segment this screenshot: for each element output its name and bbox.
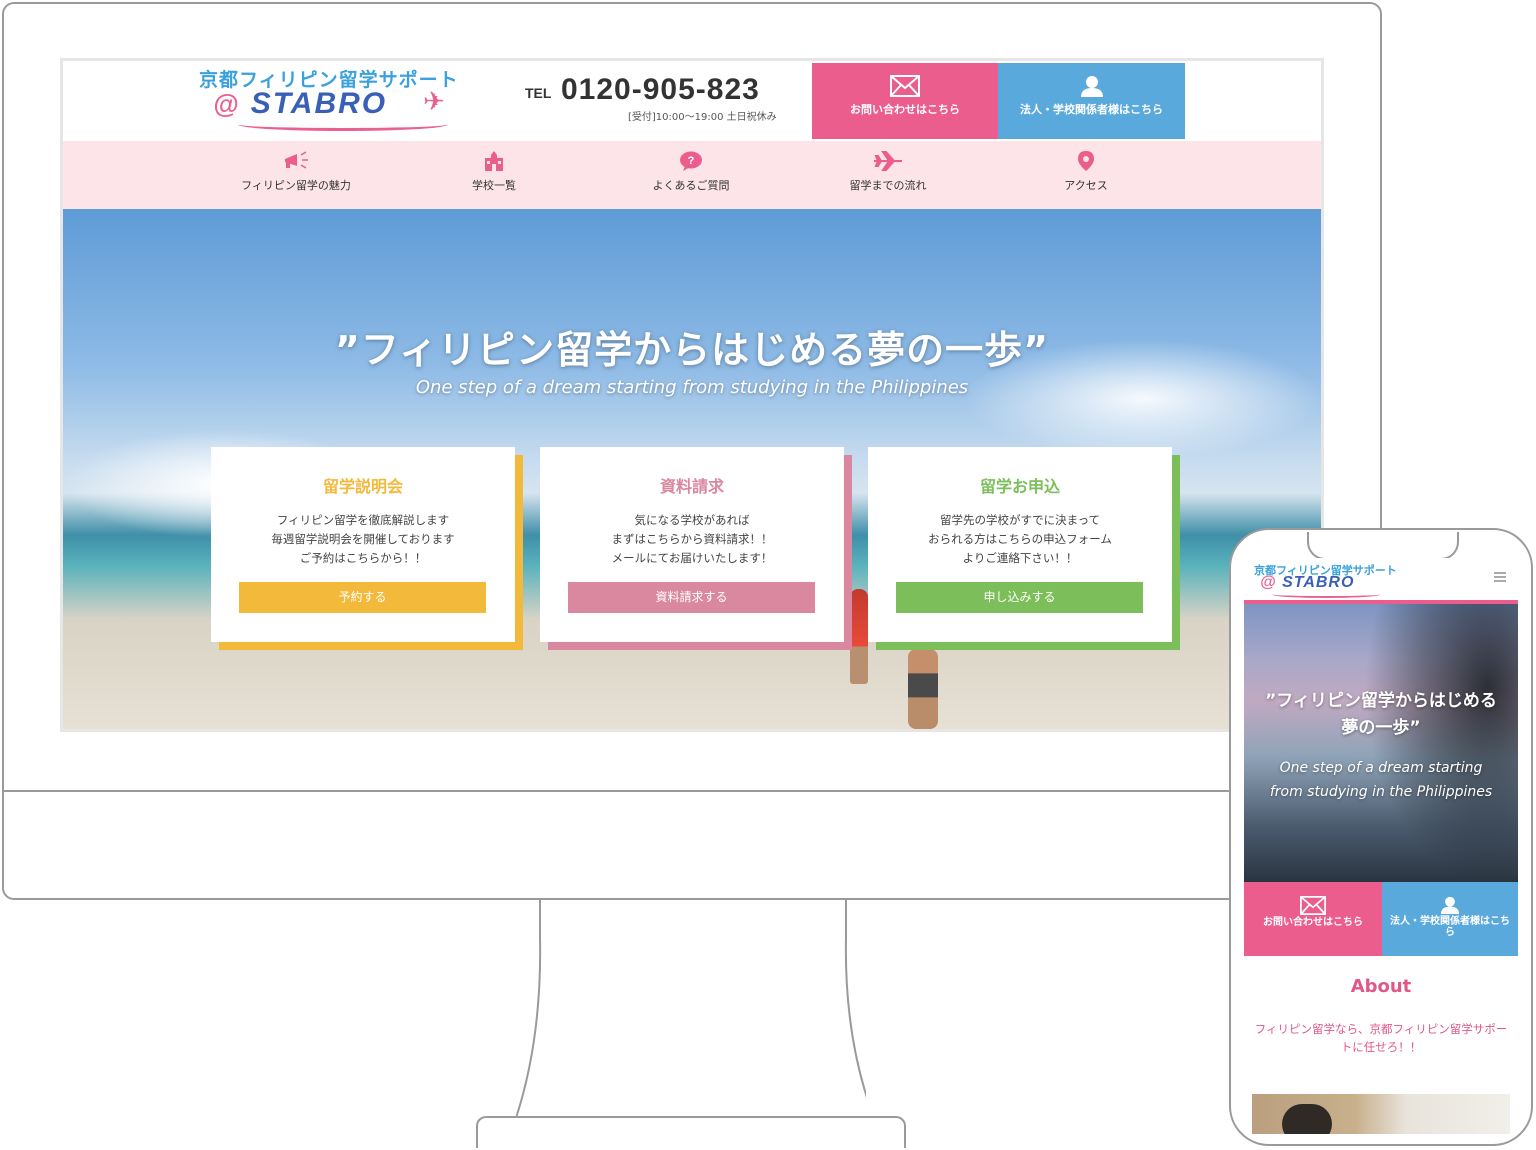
mobile-corporate-label: 法人・学校関係者様はこちら [1390, 916, 1510, 938]
nav-label: 学校一覧 [472, 179, 516, 192]
card-text: フィリピン留学を徹底解説します 毎週留学説明会を開催しております ご予約はこちら… [271, 513, 455, 565]
hero-title-line: 夢の一歩” [1341, 718, 1421, 738]
nav-label: フィリピン留学の魅力 [241, 179, 351, 192]
nav-item-schools[interactable]: 学校一覧 [409, 151, 579, 193]
corporate-button-label: 法人・学校関係者様はこちら [1020, 103, 1163, 116]
monitor-stand [516, 898, 866, 1118]
nav-item-flow[interactable]: 留学までの流れ [803, 151, 973, 193]
card-title: 留学説明会 [322, 477, 403, 496]
mail-icon [1300, 896, 1326, 915]
mobile-website: 京都フィリピン留学サポート @ STABRO ”フィリピン留学からはじめる 夢の… [1244, 558, 1518, 1134]
about-photo [1252, 1094, 1510, 1134]
mobile-hero: ”フィリピン留学からはじめる 夢の一歩” One step of a dream… [1244, 604, 1518, 882]
card-text: 留学先の学校がすでに決まって おられる方はこちらの申込フォーム よりご連絡下さい… [928, 513, 1112, 565]
mail-icon [890, 75, 920, 97]
tel-hours: [受付]10:00～19:00 土日祝休み [628, 112, 777, 123]
corporate-button[interactable]: 法人・学校関係者様はこちら [998, 63, 1185, 139]
mobile-contact-button[interactable]: お問い合わせはこちら [1244, 882, 1382, 956]
logo-name: STABRO [1282, 574, 1355, 591]
brochure-card: 資料請求 気になる学校があれば まずはこちらから資料請求！！ メールにてお届けい… [540, 447, 844, 642]
nav-item-appeal[interactable]: フィリピン留学の魅力 [211, 151, 381, 193]
monitor-chin-line [2, 790, 1382, 792]
hero-subtitle-line: One step of a dream starting [1279, 760, 1483, 776]
hamburger-menu-icon[interactable] [1494, 572, 1506, 584]
desktop-website: 京都フィリピン留学サポート @ STABRO ✈ TEL 0120-905-82… [60, 58, 1324, 732]
beach-person [908, 649, 938, 729]
nav-item-faq[interactable]: ? よくあるご質問 [606, 151, 776, 193]
logo-name: STABRO [250, 87, 388, 120]
logo-wordmark[interactable]: @ STABRO [213, 87, 387, 121]
mobile-hero-subtitle: One step of a dream starting from studyi… [1244, 756, 1518, 804]
nav-item-access[interactable]: アクセス [1001, 151, 1171, 193]
hero-subtitle-line: from studying in the Philippines [1269, 784, 1493, 800]
card-title: 資料請求 [659, 477, 724, 496]
application-card: 留学お申込 留学先の学校がすでに決まって おられる方はこちらの申込フォーム より… [868, 447, 1172, 642]
card-text: 気になる学校があれば まずはこちらから資料請求！！ メールにてお届けいたします！ [611, 513, 773, 565]
about-text: フィリピン留学なら、京都フィリピン留学サポートに任せろ！！ [1254, 1022, 1508, 1054]
svg-text:?: ? [688, 155, 695, 167]
logo-swoosh [238, 118, 448, 131]
logo-airplane-icon: ✈ [423, 87, 445, 117]
mobile-logo-wordmark[interactable]: @ STABRO [1260, 574, 1354, 592]
contact-button[interactable]: お問い合わせはこちら [812, 63, 998, 139]
user-icon [1441, 896, 1459, 914]
about-heading: About [1350, 976, 1412, 997]
tel-label: TEL [525, 85, 552, 101]
request-brochure-button[interactable]: 資料請求する [568, 582, 815, 613]
logo-swoosh [1272, 591, 1380, 598]
site-header: 京都フィリピン留学サポート @ STABRO ✈ TEL 0120-905-82… [63, 61, 1321, 141]
megaphone-icon [285, 151, 308, 169]
logo-at: @ [213, 89, 241, 119]
palm-tree-silhouette [1364, 604, 1518, 882]
nav-label: アクセス [1064, 179, 1108, 192]
beach-person [850, 589, 868, 684]
hero-title: ”フィリピン留学からはじめる夢の一歩” [334, 328, 1050, 372]
question-bubble-icon: ? [680, 151, 702, 171]
phone-notch [1307, 532, 1459, 560]
user-icon [1080, 76, 1103, 97]
photo-person [1282, 1104, 1332, 1134]
apply-button[interactable]: 申し込みする [896, 582, 1143, 613]
nav-label: 留学までの流れ [849, 179, 927, 192]
hero-banner: ”フィリピン留学からはじめる夢の一歩” One step of a dream … [63, 209, 1321, 729]
reserve-button[interactable]: 予約する [239, 582, 486, 613]
mobile-corporate-button[interactable]: 法人・学校関係者様はこちら [1382, 882, 1518, 956]
nav-label: よくあるご質問 [652, 179, 730, 192]
main-navigation: フィリピン留学の魅力 学校一覧 ? よくあるご質問 留学までの流れ アクセス [63, 141, 1321, 209]
mobile-contact-label: お問い合わせはこちら [1263, 917, 1363, 928]
card-title: 留学お申込 [979, 477, 1060, 496]
contact-button-label: お問い合わせはこちら [850, 103, 960, 116]
monitor-base [476, 1116, 906, 1148]
logo-at: @ [1260, 574, 1277, 591]
seminar-card: 留学説明会 フィリピン留学を徹底解説します 毎週留学説明会を開催しております ご… [211, 447, 515, 642]
airplane-icon [874, 151, 902, 171]
school-icon [485, 151, 503, 171]
hero-title-line: ”フィリピン留学からはじめる [1265, 691, 1497, 711]
tel-number[interactable]: 0120-905-823 [561, 73, 760, 107]
mobile-hero-title: ”フィリピン留学からはじめる 夢の一歩” [1244, 688, 1518, 742]
map-pin-icon [1078, 151, 1094, 171]
hero-subtitle: One step of a dream starting from studyi… [415, 377, 969, 398]
